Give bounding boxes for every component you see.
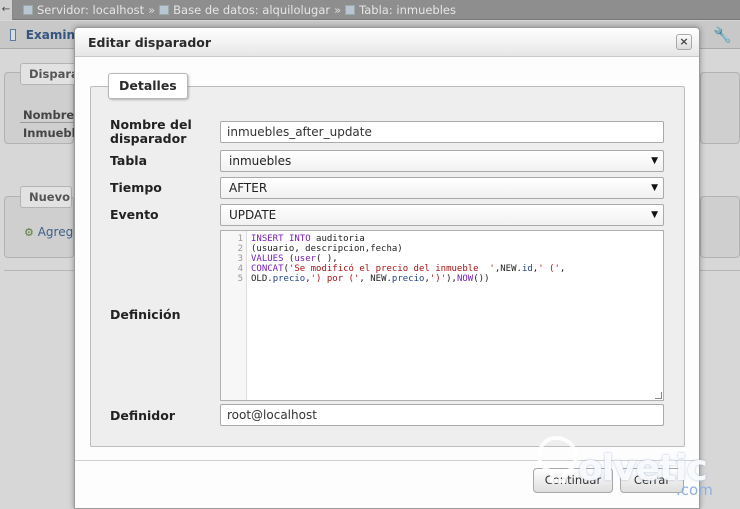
trigger-name-label: Nombre del disparador xyxy=(110,117,192,146)
table-divider xyxy=(20,122,74,123)
breadcrumb: Servidor: localhost » Base de datos: alq… xyxy=(23,3,456,17)
new-legend: Nuevo xyxy=(20,186,72,208)
close-button[interactable]: Cerrar xyxy=(620,468,684,493)
breadcrumb-server[interactable]: Servidor: localhost xyxy=(37,3,144,17)
dialog-title: Editar disparador xyxy=(88,35,212,50)
column-header-name: Nombre xyxy=(23,108,75,122)
event-select[interactable]: UPDATE ▼ xyxy=(220,204,664,226)
code-line: INSERT INTO auditoria xyxy=(251,234,365,244)
wrench-icon[interactable]: 🔧 xyxy=(713,26,732,44)
details-legend: Detalles xyxy=(108,73,188,99)
line-number: 1 xyxy=(237,234,243,244)
code-line: OLD.precio,') por (', NEW.precio,')'),NO… xyxy=(251,274,490,284)
definer-input[interactable]: root@localhost xyxy=(220,404,664,426)
time-select[interactable]: AFTER ▼ xyxy=(220,177,664,199)
browse-icon xyxy=(10,29,16,41)
triggers-legend: Dispara xyxy=(20,63,79,85)
add-trigger-label: Agreg xyxy=(37,225,74,239)
page-divider xyxy=(4,270,74,271)
line-number: 4 xyxy=(237,264,243,274)
code-line: CONCAT('Se modificó el precio del inmueb… xyxy=(251,264,566,274)
breadcrumb-database[interactable]: Base de datos: alquilolugar xyxy=(173,3,330,17)
line-number: 5 xyxy=(237,274,243,284)
new-fieldset-right xyxy=(700,196,740,258)
trigger-name-input[interactable]: inmuebles_after_update xyxy=(220,121,664,143)
definer-label: Definidor xyxy=(110,408,176,423)
table-select-value: inmuebles xyxy=(229,154,292,168)
server-icon xyxy=(23,4,33,15)
table-icon xyxy=(345,4,356,15)
event-select-value: UPDATE xyxy=(229,208,277,222)
dropdown-arrow-icon: ▼ xyxy=(651,210,658,220)
triggers-fieldset-right xyxy=(700,72,740,144)
breadcrumb-bar: ← Servidor: localhost » Base de datos: a… xyxy=(0,0,740,20)
tab-browse[interactable]: Examin xyxy=(0,21,75,49)
dialog-titlebar[interactable]: Editar disparador × xyxy=(75,28,699,57)
definition-editor[interactable]: 1 2 3 4 5 INSERT INTO auditoria (usuario… xyxy=(220,230,664,401)
dropdown-arrow-icon: ▼ xyxy=(651,183,658,193)
continue-button[interactable]: Continuar xyxy=(533,468,613,493)
definition-label: Definición xyxy=(110,307,181,322)
breadcrumb-separator: » xyxy=(334,2,342,17)
close-icon[interactable]: × xyxy=(676,34,692,50)
tab-browse-label: Examin xyxy=(25,28,75,42)
breadcrumb-separator: » xyxy=(148,2,156,17)
code-line: (usuario, descripcion,fecha) xyxy=(251,244,403,254)
event-label: Evento xyxy=(110,207,159,222)
add-trigger-link[interactable]: ⚙ Agreg xyxy=(24,225,73,239)
line-number: 3 xyxy=(237,254,243,264)
back-arrow-icon[interactable]: ← xyxy=(0,0,13,20)
dropdown-arrow-icon: ▼ xyxy=(651,156,658,166)
code-line: VALUES (user( ), xyxy=(251,254,338,264)
time-select-value: AFTER xyxy=(229,181,268,195)
database-icon xyxy=(159,4,170,15)
page-divider-right xyxy=(700,270,740,271)
breadcrumb-table[interactable]: Tabla: inmuebles xyxy=(359,3,456,17)
edit-trigger-dialog: Editar disparador × Detalles Nombre del … xyxy=(74,27,700,509)
table-select[interactable]: inmuebles ▼ xyxy=(220,150,664,172)
add-trigger-icon: ⚙ xyxy=(24,226,34,239)
resize-handle-icon[interactable] xyxy=(655,392,662,399)
time-label: Tiempo xyxy=(110,180,162,195)
table-label: Tabla xyxy=(110,153,148,168)
line-number: 2 xyxy=(237,244,243,254)
